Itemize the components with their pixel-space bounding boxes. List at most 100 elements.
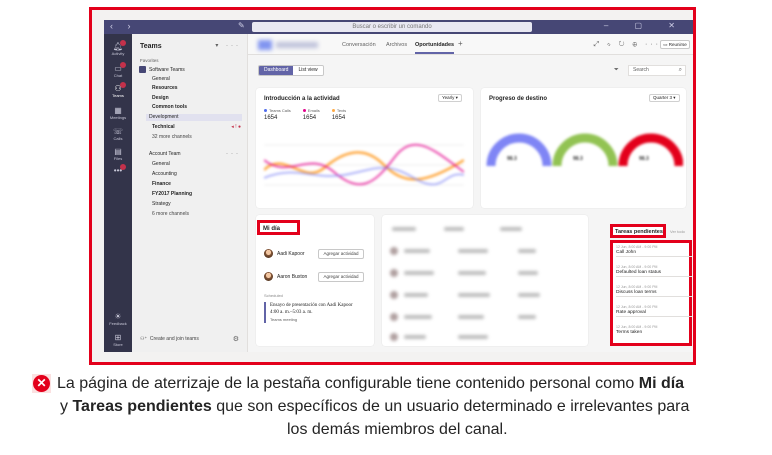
rail-label: Chat [113,73,123,78]
compose-icon[interactable]: ✎ [238,21,245,30]
join-teams-link[interactable]: ⚇⁺ Create and join teams [140,336,199,342]
tareas-list-highlight: 12 Jun, 8:00 AM - 9:00 PM Call John 12 Ju… [610,240,692,346]
gauge-value: 98.3 [573,156,583,162]
channel-item[interactable]: Design [149,95,245,102]
quarter-dropdown[interactable]: Quarter 3 ▾ [649,94,680,102]
channel-item[interactable]: Accounting [149,171,245,178]
gauge-value: 98.3 [507,156,517,162]
table-row [388,289,588,302]
tareas-title-highlight: Tareas pendientes [610,224,666,238]
alert-icon: ◂ ! ● [231,124,241,130]
rail-label: Calls [113,136,123,141]
task-item[interactable]: 12 Jun, 8:00 AM - 9:00 PM Terms taken [616,325,692,336]
calendar-icon: ▦ [114,106,122,115]
person-row: Aaron Buxton [264,272,307,281]
legend-value: 1654 [264,115,278,121]
task-item[interactable]: 12 Jun, 8:00 AM - 9:00 PM Call John [616,245,692,257]
task-item[interactable]: 12 Jun, 8:00 AM - 9:00 PM Rate approval [616,305,692,317]
channel-item[interactable]: Resources [149,85,245,92]
favorites-label: Favorites [140,58,159,63]
legend-label: Emails [307,108,320,113]
caption-text: y [60,398,73,415]
more-channels-link[interactable]: 6 more channels [149,211,245,218]
legend-item: Emails 1654 [302,108,320,121]
task-name: Call John [616,250,636,255]
channel-item[interactable]: Finance [149,181,245,188]
tab-archivos[interactable]: Archivos [386,42,407,48]
team-software[interactable]: Software Teams [139,66,185,73]
rail-files[interactable]: ▤ Files [104,147,132,161]
task-item[interactable]: 12 Jun, 8:00 AM - 9:00 PM Defaulted loan … [616,265,692,277]
more-channels-link[interactable]: 32 more channels [149,134,245,141]
view-switcher: Dashboard List view [258,65,324,76]
rail-calls[interactable]: ☏ Calls [104,127,132,141]
search-icon: ⌕ [678,67,682,73]
rail-chat[interactable]: ▭ Chat [104,62,132,78]
rail-teams[interactable]: ⚇ Teams [104,82,132,98]
header-actions-icons[interactable]: ⤢ ⋄ ↻ ⊕ ··· [594,41,661,49]
add-activity-button[interactable]: Agregar actividad [318,272,364,282]
cell-blurred [518,315,536,319]
rail-feedback[interactable]: ☀ Feedback [104,312,132,326]
teams-icon: ⚇ [114,84,122,93]
search-bar[interactable]: Buscar o escribir un comando [252,22,532,32]
teams-panel: Teams ▾ ··· Favorites Software Teams Gen… [132,34,248,352]
activity-chart-blurred [264,143,464,186]
add-tab-icon[interactable]: + [458,39,463,48]
badge-icon [120,40,126,46]
title-bar: ‹ › ✎ Buscar o escribir un comando – ▢ ✕ [104,20,693,34]
channel-item[interactable]: General [149,76,245,83]
avatar-blurred [390,333,398,341]
dropdown-value: Yearly [442,95,455,100]
rail-activity[interactable]: 🔔︎ Activity [104,40,132,56]
window-controls[interactable]: – ▢ ✕ [604,21,687,30]
app-rail: 🔔︎ Activity ▭ Chat ⚇ Teams ▦ Meetings ☏ … [104,34,132,352]
cell-blurred [404,335,426,339]
tab-conversacion[interactable]: Conversación [342,42,376,48]
error-x-icon: ✕ [32,374,51,393]
dropdown-value: Quarter 3 [653,95,673,100]
channel-item[interactable]: Common tools [149,104,245,111]
period-dropdown[interactable]: Yearly ▾ [438,94,462,102]
channel-item-selected[interactable]: Development [146,114,242,121]
legend-value: 1654 [302,115,317,121]
cell-blurred [392,227,416,231]
gauge-arc [552,133,618,167]
back-forward-icon[interactable]: ‹ › [110,21,137,31]
list-view-button[interactable]: List view [293,66,323,75]
search-input[interactable]: Search ⌕ [628,65,686,76]
meeting-time: 4:00 a. m.–5:03 a. m. [270,310,313,315]
scheduled-label: Scheduled [264,293,283,298]
team-account[interactable]: Account Team [149,151,181,157]
search-placeholder: Search [633,67,649,73]
channel-item[interactable]: General [149,161,245,168]
table-row [388,245,588,258]
task-item[interactable]: 12 Jun, 8:00 AM - 9:00 PM Discuss loan te… [616,285,692,297]
gauge-arc [618,133,683,167]
rail-label: Store [113,342,123,347]
filter-icon[interactable]: ⏷ [614,67,619,74]
meeting-item[interactable]: Ensayo de presentación con Aadi Kapoor 4… [264,302,366,323]
cell-blurred [458,293,490,297]
add-activity-button[interactable]: Agregar actividad [318,249,364,259]
rail-meetings[interactable]: ▦ Meetings [104,106,132,120]
dashboard-view-button[interactable]: Dashboard [259,66,294,75]
gauge-arc [486,133,552,167]
store-icon: ⊞ [114,333,122,342]
avatar-blurred [390,269,398,277]
tab-oportunidades[interactable]: Oportunidades [415,42,455,54]
meet-button[interactable]: ▭ Reunirse [660,40,690,49]
badge-icon [120,82,126,88]
rail-store[interactable]: ⊞ Store [104,333,132,347]
more-icon[interactable]: ··· [226,151,241,157]
team-name: Account Team [149,151,181,157]
files-icon: ▤ [114,147,122,156]
rail-more[interactable]: ••• [104,164,132,175]
channel-item[interactable]: FY2017 Planning [149,191,245,198]
see-all-link[interactable]: Ver todo [670,229,685,234]
filter-more-icon[interactable]: ▾ ··· [215,42,241,49]
gear-icon[interactable]: ⚙ [233,335,239,343]
more-icon: ••• [113,166,123,175]
people-add-icon: ⚇⁺ [140,336,148,342]
channel-item[interactable]: Strategy [149,201,245,208]
